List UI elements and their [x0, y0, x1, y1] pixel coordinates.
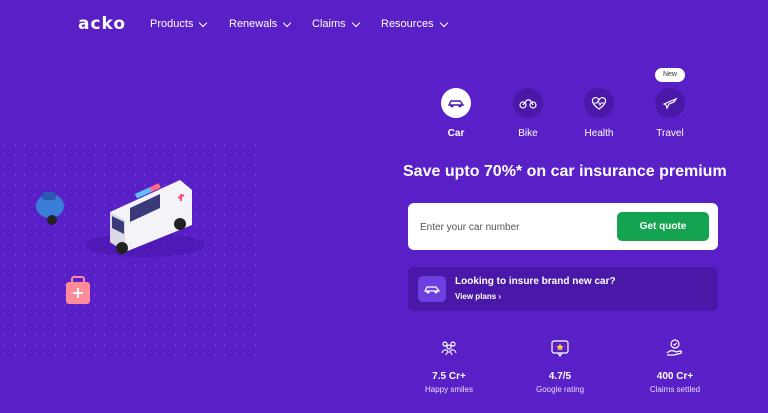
- tab-travel[interactable]: Travel: [640, 88, 700, 139]
- people-icon: [441, 341, 457, 356]
- chevron-down-icon: [351, 18, 360, 27]
- acko-logo[interactable]: acko: [78, 14, 126, 34]
- tab-bike-label: Bike: [518, 128, 538, 139]
- stat-label: Happy smiles: [424, 385, 473, 394]
- tab-car[interactable]: Car: [426, 88, 486, 139]
- get-quote-button[interactable]: Get quote: [617, 212, 709, 241]
- tab-travel-label: Travel: [656, 128, 684, 139]
- nav-resources-label: Resources: [381, 18, 434, 30]
- nav-claims-label: Claims: [312, 18, 346, 30]
- stat-happy-smiles: 7.5 Cr+ Happy smiles: [404, 338, 494, 394]
- hero-headline: Save upto 70%* on car insurance premium: [403, 163, 727, 180]
- health-icon: [584, 88, 614, 118]
- stat-claims-settled: 400 Cr+ Claims settled: [630, 338, 720, 394]
- tab-car-label: Car: [447, 128, 465, 139]
- new-car-banner[interactable]: Looking to insure brand new car? View pl…: [408, 267, 718, 311]
- stat-label: Google rating: [535, 385, 585, 394]
- new-car-title: Looking to insure brand new car?: [455, 276, 616, 287]
- view-plans-link[interactable]: View plans ›: [455, 292, 501, 301]
- chevron-down-icon: [439, 18, 448, 27]
- nav-claims[interactable]: Claims: [312, 18, 360, 30]
- tab-bike[interactable]: Bike: [498, 88, 558, 139]
- hand-money-icon: [666, 339, 683, 356]
- tab-health[interactable]: Health: [569, 88, 629, 139]
- chevron-down-icon: [199, 18, 208, 27]
- bike-icon: [513, 88, 543, 118]
- car-illustration: [36, 180, 205, 304]
- car-icon: [441, 88, 471, 118]
- car-number-input[interactable]: [418, 217, 612, 237]
- nav-products[interactable]: Products: [150, 18, 208, 30]
- stat-value: 400 Cr+: [656, 371, 694, 382]
- tab-health-label: Health: [584, 128, 614, 139]
- chevron-down-icon: [283, 18, 292, 27]
- nav-renewals-label: Renewals: [229, 18, 278, 30]
- nav-resources[interactable]: Resources: [381, 18, 448, 30]
- stat-google-rating: 4.7/5 Google rating: [515, 338, 605, 394]
- car-icon: [418, 276, 446, 302]
- stat-label: Claims settled: [649, 385, 701, 394]
- nav-products-label: Products: [150, 18, 194, 30]
- stat-value: 7.5 Cr+: [432, 371, 466, 382]
- rating-icon: [551, 340, 569, 358]
- new-badge: New: [655, 68, 685, 82]
- top-nav: acko Products Renewals Claims Resources: [0, 0, 768, 48]
- plane-icon: [655, 88, 685, 118]
- stat-value: 4.7/5: [548, 371, 572, 382]
- nav-renewals[interactable]: Renewals: [229, 18, 292, 30]
- car-number-search: Get quote: [408, 203, 718, 250]
